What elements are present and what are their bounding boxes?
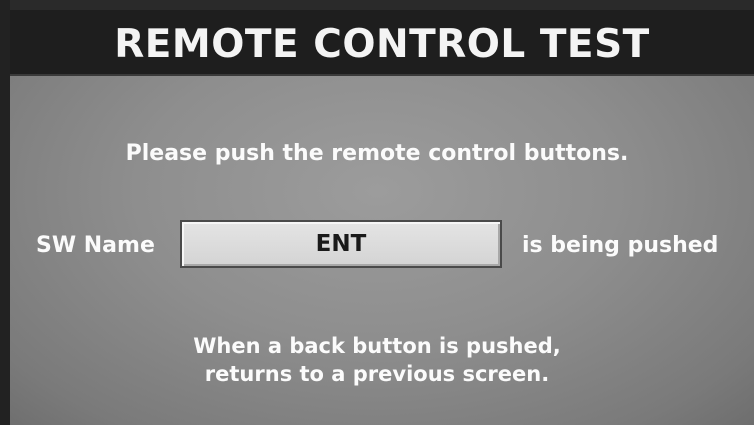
title-bar: REMOTE CONTROL TEST (10, 10, 754, 76)
sw-name-display: ENT (180, 220, 502, 268)
back-button-note-line-1: When a back button is pushed, (193, 334, 561, 358)
instruction-text: Please push the remote control buttons. (125, 141, 629, 166)
test-screen: REMOTE CONTROL TEST Please push the remo… (0, 0, 754, 425)
screen-bezel-top (0, 0, 754, 10)
sw-name-label: SW Name (36, 233, 155, 258)
back-button-note-line-2: returns to a previous screen. (204, 362, 550, 386)
pushed-status-label: is being pushed (522, 233, 719, 258)
page-title: REMOTE CONTROL TEST (114, 22, 650, 67)
back-button-note: When a back button is pushed, returns to… (0, 332, 754, 388)
sw-name-value: ENT (315, 231, 367, 257)
